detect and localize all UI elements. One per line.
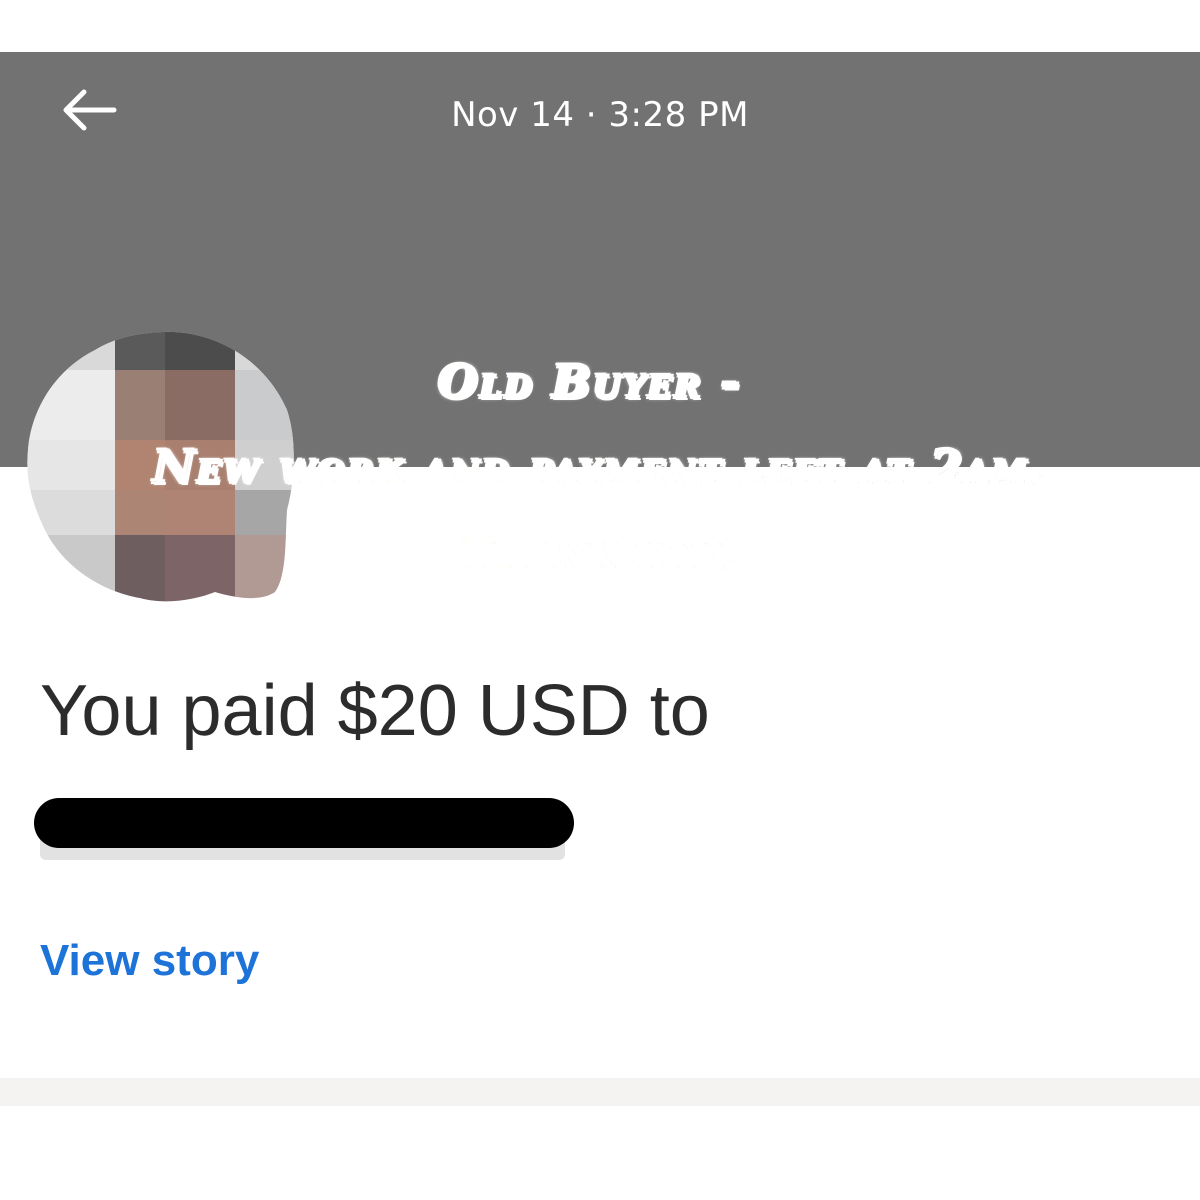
view-story-link[interactable]: View story — [40, 936, 259, 986]
transaction-datetime: Nov 14 · 3:28 PM — [451, 95, 749, 135]
caption-text: Old Buyer - — [437, 354, 743, 410]
overlay-caption-line2: New work and payment left at 2am. — [0, 439, 1200, 495]
overlay-caption-line3: Thank you. — [0, 524, 1200, 580]
caption-text: Thank you. — [460, 524, 739, 580]
section-divider — [0, 1078, 1200, 1106]
caption-text: New work and payment left at 2am. — [152, 439, 1047, 495]
redaction-bar — [34, 798, 574, 848]
payment-summary: You paid $20 USD to — [40, 671, 710, 751]
overlay-caption-line1: Old Buyer - — [0, 354, 1190, 410]
